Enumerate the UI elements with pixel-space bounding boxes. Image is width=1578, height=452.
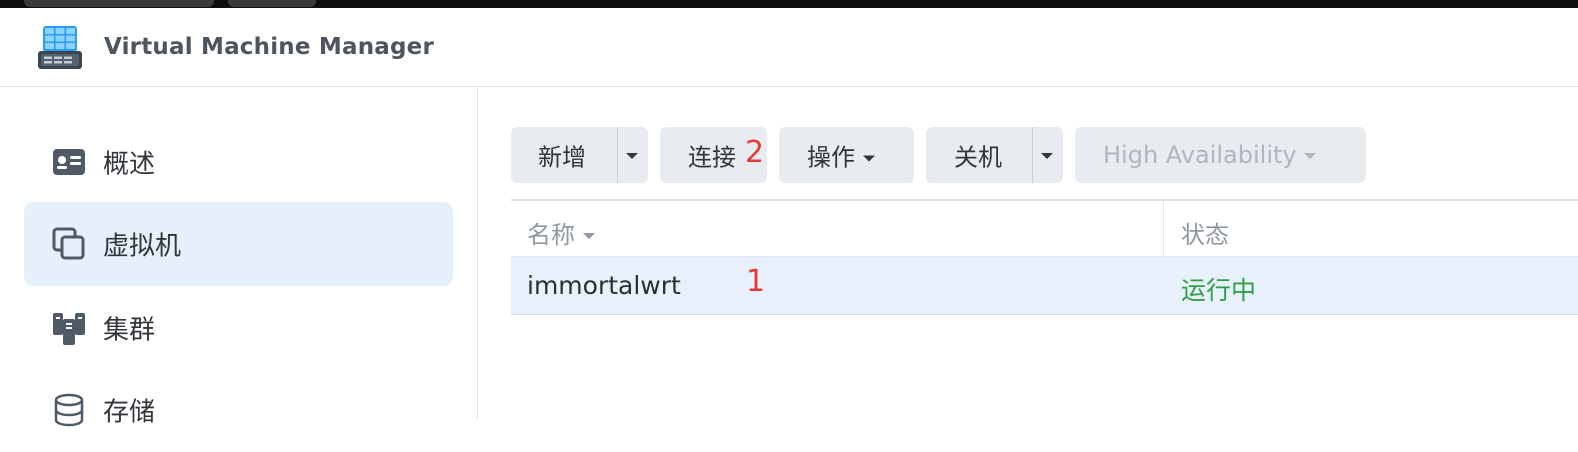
vm-name-cell: immortalwrt <box>527 271 681 300</box>
window-top-strip <box>0 0 1578 8</box>
sort-caret-icon <box>582 233 595 239</box>
cluster-icon <box>53 313 85 345</box>
high-availability-label: High Availability <box>1103 141 1317 169</box>
sidebar-item-virtual-machine[interactable]: 虚拟机 <box>24 202 453 286</box>
sidebar: 概述 虚拟机 集群 存储 <box>0 88 478 428</box>
vmm-app-icon <box>38 26 82 69</box>
split-divider <box>617 127 618 183</box>
shutdown-dropdown-button[interactable] <box>1041 141 1053 169</box>
shutdown-button[interactable]: 关机 <box>954 138 1002 173</box>
create-split-button: 新增 <box>511 127 648 183</box>
storage-icon <box>54 393 84 427</box>
action-button-label: 操作 <box>807 138 875 173</box>
sidebar-item-storage[interactable]: 存储 <box>24 368 453 452</box>
vm-status-cell: 运行中 <box>1181 276 1257 305</box>
annotation-marker-1: 1 <box>746 264 766 299</box>
sidebar-item-label: 存储 <box>103 397 156 428</box>
sidebar-item-overview[interactable]: 概述 <box>24 120 453 204</box>
column-header-name[interactable]: 名称 <box>527 215 595 250</box>
high-availability-button[interactable]: High Availability <box>1075 127 1366 183</box>
annotation-marker-2: 2 <box>745 135 765 170</box>
sidebar-item-label: 集群 <box>103 315 156 346</box>
sidebar-item-cluster[interactable]: 集群 <box>24 286 453 370</box>
background-tab[interactable] <box>24 0 214 7</box>
background-tab[interactable] <box>228 0 316 7</box>
chevron-down-icon <box>862 155 875 162</box>
virtual-machine-icon <box>52 227 85 260</box>
app-titlebar: Virtual Machine Manager <box>0 8 1578 87</box>
app-title: Virtual Machine Manager <box>104 34 434 60</box>
table-header: 名称 状态 <box>511 199 1578 257</box>
sidebar-item-label: 概述 <box>103 149 156 180</box>
action-dropdown-button[interactable]: 操作 <box>779 127 914 183</box>
split-divider <box>1032 127 1033 183</box>
column-header-status[interactable]: 状态 <box>1181 215 1229 250</box>
chevron-down-icon <box>626 153 638 159</box>
sidebar-item-label: 虚拟机 <box>103 231 182 262</box>
shutdown-split-button: 关机 <box>926 127 1063 183</box>
chevron-down-icon <box>1041 153 1053 159</box>
column-divider[interactable] <box>1163 201 1164 257</box>
create-button[interactable]: 新增 <box>538 138 586 173</box>
create-dropdown-button[interactable] <box>626 141 638 169</box>
connect-button-label: 连接 <box>688 143 736 172</box>
chevron-down-icon <box>1304 153 1317 159</box>
table-row[interactable]: immortalwrt 运行中 <box>511 257 1578 315</box>
overview-card-icon <box>53 149 85 175</box>
